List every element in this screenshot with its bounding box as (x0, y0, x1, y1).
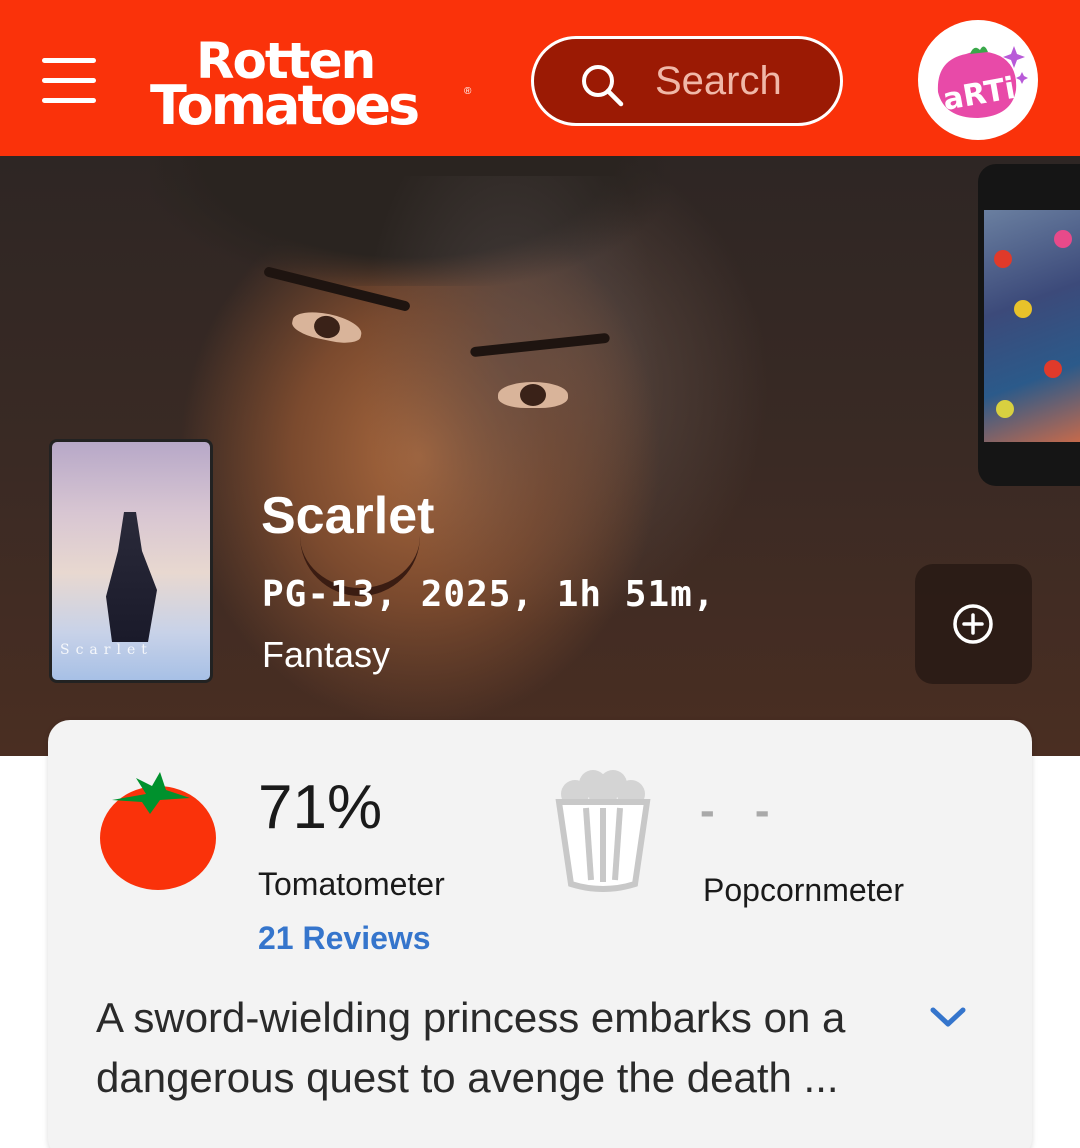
hero-artwork-eye (498, 382, 568, 408)
menu-button[interactable] (40, 58, 98, 104)
poster-title: Scarlet (60, 642, 153, 658)
scores-card: 71% Tomatometer 21 Reviews - - Popcornme… (48, 720, 1032, 1148)
popcornmeter-label: Popcornmeter (703, 872, 904, 908)
movie-synopsis: A sword-wielding princess embarks on a d… (96, 994, 846, 1101)
rotten-tomatoes-logo[interactable]: Rotten Tomatoes ® (150, 32, 480, 137)
movie-genre: Fantasy (262, 634, 391, 675)
popcorn-bucket-icon (555, 770, 651, 892)
logo-line-2: Tomatoes (150, 74, 420, 137)
hamburger-menu-icon (42, 58, 96, 63)
video-thumbnail-image (984, 210, 1080, 442)
tomatometer-label: Tomatometer (258, 866, 445, 902)
poster-figure (106, 512, 157, 642)
movie-poster[interactable]: Scarlet (49, 439, 213, 683)
search-placeholder: Search (655, 59, 782, 103)
add-to-watchlist-button[interactable] (915, 564, 1032, 684)
user-avatar[interactable]: aRTi (918, 20, 1038, 140)
reviews-link[interactable]: 21 Reviews (258, 920, 431, 957)
tomatometer-score: 71% (258, 773, 383, 842)
movie-meta-info: PG-13, 2025, 1h 51m, (262, 574, 716, 615)
logo-registered-mark: ® (464, 86, 472, 97)
movie-title: Scarlet (261, 487, 435, 545)
top-nav-bar: Rotten Tomatoes ® Search aRTi (0, 0, 1080, 156)
fresh-tomato-icon (100, 772, 216, 890)
popcornmeter-score: - - (700, 786, 784, 835)
search-icon (582, 65, 624, 107)
plus-circle-icon (953, 604, 993, 644)
search-bar[interactable]: Search (531, 36, 843, 126)
next-video-thumbnail[interactable] (978, 164, 1080, 486)
hero-banner: Scarlet Scarlet PG-13, 2025, 1h 51m, Fan… (0, 156, 1080, 756)
arti-logo-icon: aRTi (937, 46, 1028, 118)
hero-artwork-eye (290, 307, 364, 347)
chevron-down-icon[interactable] (928, 1002, 968, 1032)
